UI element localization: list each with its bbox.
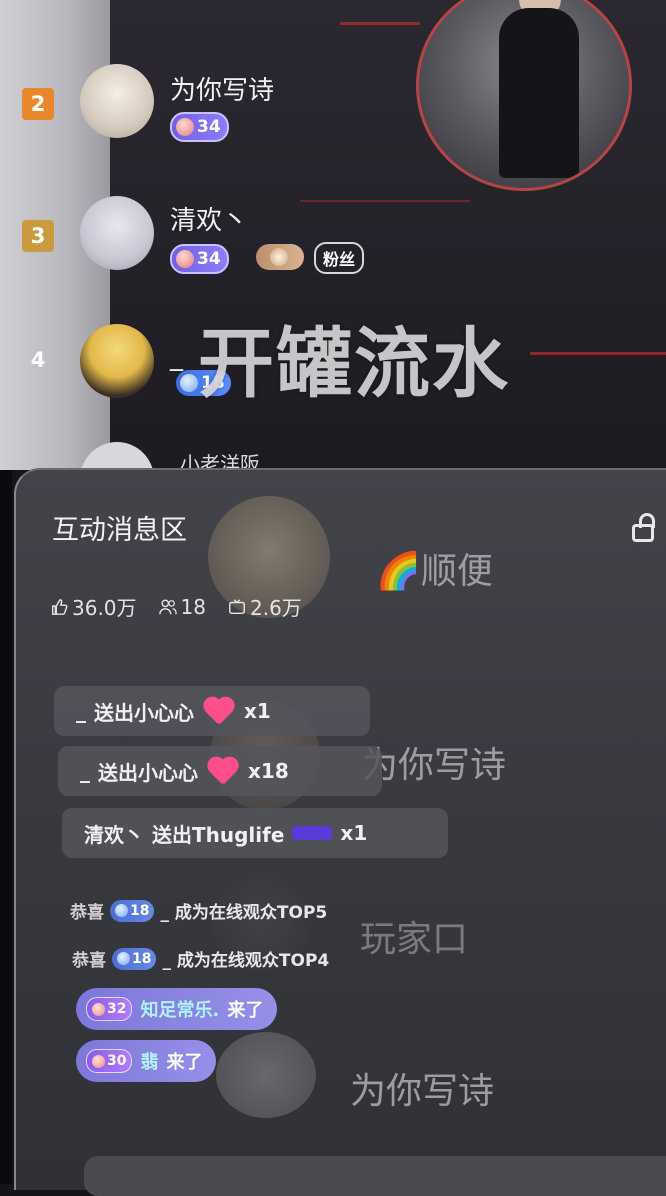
gift-action: 送出Thuglife: [152, 822, 285, 847]
congrats-prefix: 恭喜: [72, 951, 106, 971]
entry-action: 来了: [166, 1052, 203, 1073]
gem-icon: [117, 952, 130, 965]
streamer-video[interactable]: [416, 0, 632, 191]
watermark-avatar: [216, 1032, 316, 1118]
rank-number: 4: [30, 348, 46, 372]
gift-message[interactable]: _ 送出小心心 x1: [54, 686, 370, 736]
avatar[interactable]: [80, 324, 154, 398]
gift-message[interactable]: 清欢丶 送出Thuglife x1: [62, 808, 448, 858]
viewers-count: 2.6万: [249, 596, 302, 620]
level-badge: 34: [170, 112, 229, 142]
level-value: 18: [132, 950, 152, 967]
viewers-stat: 2.6万: [228, 592, 302, 621]
entry-user: 翡: [140, 1052, 159, 1073]
username: 为你写诗: [170, 76, 275, 106]
level-badge: 34: [170, 244, 229, 274]
gem-icon: [115, 904, 128, 917]
entry-message[interactable]: 32 知足常乐. 来了: [76, 988, 278, 1030]
gift-message[interactable]: _ 送出小心心 x18: [58, 746, 382, 796]
watermark-text: 为你写诗: [362, 745, 507, 786]
gift-count: x1: [340, 821, 368, 845]
rank-row[interactable]: 2 为你写诗 34: [0, 60, 420, 190]
watermark-text: 🌈顺便: [376, 551, 493, 592]
username: 小老洋阪: [180, 452, 260, 470]
gift-action: 送出小心心: [98, 760, 198, 785]
system-text: _ 成为在线观众TOP5: [160, 903, 328, 923]
level-value: 18: [130, 902, 150, 919]
club-badge: [256, 244, 304, 270]
sender-name: 清欢丶: [84, 822, 144, 847]
online-count: 18: [180, 594, 206, 619]
level-badge: 32: [86, 997, 133, 1021]
gift-count: x18: [248, 759, 289, 783]
system-message[interactable]: 恭喜 18 _ 成为在线观众TOP5: [70, 898, 327, 923]
watermark-text: 为你写诗: [350, 1071, 495, 1112]
system-message[interactable]: 恭喜 18 _ 成为在线观众TOP4: [72, 946, 329, 971]
thumbs-up-icon: [51, 598, 68, 615]
system-text: _ 成为在线观众TOP4: [162, 951, 330, 971]
watermark-text: 玩家口: [360, 919, 469, 960]
streamer-body: [499, 8, 579, 178]
ranking-panel: 2 为你写诗 34 3 清欢丶 34 粉丝 4 _ 18 小老洋阪 开罐流水: [0, 0, 666, 470]
gift-action: 送出小心心: [94, 700, 194, 725]
rank-number: 3: [22, 220, 54, 252]
level-value: 34: [197, 117, 221, 137]
entry-message[interactable]: 30 翡 来了: [76, 1040, 217, 1082]
heart-icon: [206, 756, 240, 786]
tv-icon: [229, 598, 245, 614]
message-input-bar[interactable]: [84, 1156, 666, 1196]
level-value: 32: [107, 1001, 127, 1017]
congrats-prefix: 恭喜: [70, 903, 104, 923]
sender-name: _: [80, 759, 90, 783]
gift-count: x1: [244, 699, 271, 723]
gem-icon: [180, 374, 198, 392]
likes-count: 36.0万: [72, 596, 137, 620]
avatar[interactable]: [80, 196, 154, 270]
glasses-icon: [292, 826, 333, 840]
likes-stat: 36.0万: [50, 592, 137, 621]
users-icon: [158, 599, 177, 614]
sender-name: _: [76, 699, 86, 723]
online-stat: 18: [158, 592, 206, 621]
lock-icon[interactable]: [632, 513, 655, 542]
avatar[interactable]: [80, 64, 154, 138]
overlay-title: 开罐流水: [198, 319, 510, 408]
level-badge: 18: [110, 899, 155, 922]
panel-title: 互动消息区: [52, 515, 187, 546]
stage-light: [340, 22, 420, 25]
fan-badge: 粉丝: [314, 242, 365, 274]
gem-icon: [176, 118, 194, 136]
entry-user: 知足常乐.: [140, 1000, 220, 1021]
stage-light: [530, 352, 666, 355]
gem-icon: [176, 250, 194, 268]
gem-icon: [92, 1002, 105, 1016]
username: 清欢丶: [170, 206, 249, 236]
stats-row: 36.0万 18 2.6万: [50, 592, 302, 621]
level-badge: 30: [86, 1049, 133, 1073]
entry-action: 来了: [227, 1000, 264, 1021]
rank-number: 2: [22, 88, 54, 120]
heart-icon: [202, 696, 236, 726]
level-value: 30: [107, 1053, 127, 1069]
gem-icon: [92, 1054, 105, 1068]
diamond-icon: [270, 248, 288, 266]
level-value: 34: [197, 249, 221, 269]
level-badge: 18: [112, 947, 157, 970]
username: _: [170, 342, 183, 372]
